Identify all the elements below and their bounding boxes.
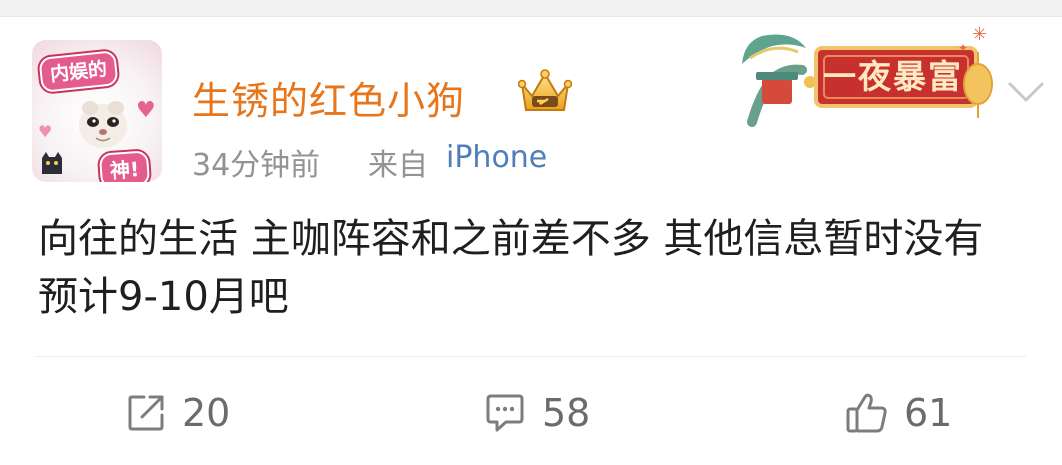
like-button[interactable]: 61 <box>844 386 952 440</box>
svg-text:✳: ✳ <box>972 24 987 45</box>
share-icon <box>128 395 164 431</box>
share-button[interactable]: 20 <box>124 386 230 440</box>
avatar-caption-bottom: 神! <box>98 150 151 182</box>
comment-icon <box>486 394 524 432</box>
chevron-down-icon[interactable] <box>1006 78 1046 106</box>
avatar[interactable]: 内娱的 ♥ ♥ 神! <box>32 40 162 182</box>
share-count: 20 <box>182 391 231 435</box>
post-time: 34分钟前 <box>192 148 321 183</box>
author-name[interactable]: 生锈的红色小狗 <box>192 70 465 125</box>
heart-icon: ♥ <box>136 98 156 123</box>
comment-count: 58 <box>542 391 591 435</box>
comment-button[interactable]: 58 <box>482 386 590 440</box>
post-source-link[interactable]: iPhone <box>446 140 547 175</box>
heart-icon: ♥ <box>38 122 53 141</box>
avatar-caption-top: 内娱的 <box>38 50 119 93</box>
ferret-photo <box>79 101 127 148</box>
thumbs-up-icon <box>846 393 887 433</box>
card-badge-label: 一夜暴富 <box>823 57 963 96</box>
divider <box>36 356 1026 357</box>
post-body-text: 向往的生活 主咖阵容和之前差不多 其他信息暂时没有 预计9-10月吧 <box>38 216 984 320</box>
post-source-prefix: 来自 <box>368 148 428 183</box>
vip-crown-icon[interactable] <box>518 66 572 116</box>
like-count: 61 <box>904 391 953 435</box>
black-cat-icon <box>42 152 62 174</box>
weibo-post-card: 内娱的 ♥ ♥ 神! 生锈的红色小狗 34分钟前 来自 iPhone ✳ ✦ 一… <box>0 0 1062 465</box>
top-separator <box>0 0 1062 17</box>
